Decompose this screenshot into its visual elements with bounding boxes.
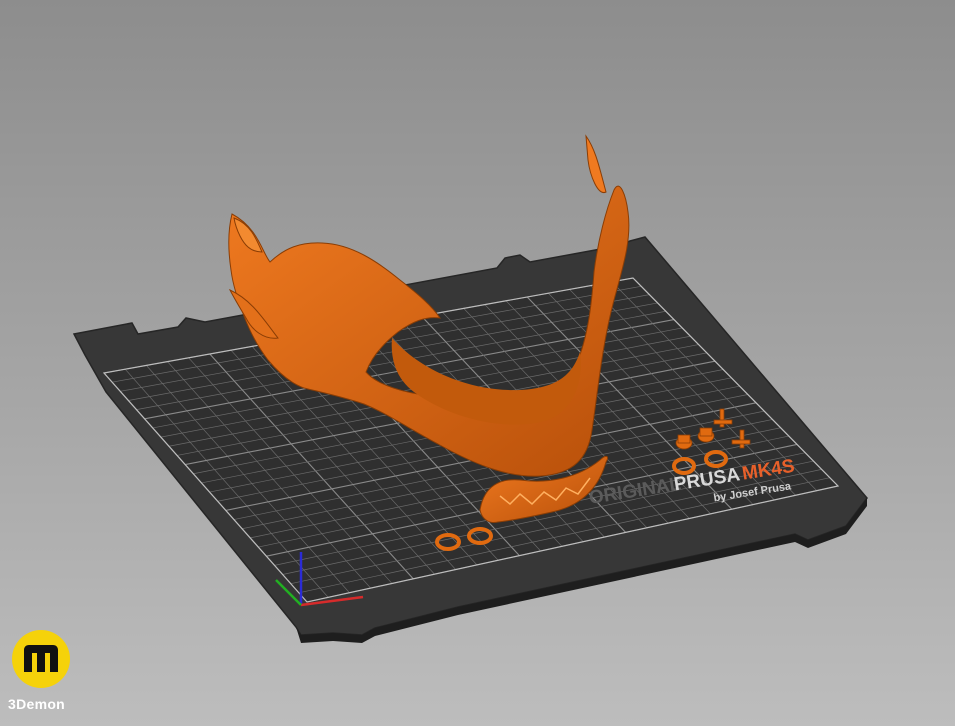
- watermark-brand: 3Demon: [8, 696, 66, 712]
- 3d-viewport[interactable]: ORIGINAL PRUSA MK4S by Josef Prusa: [0, 0, 955, 726]
- 3demon-logo-icon: [12, 630, 70, 688]
- watermark: 3Demon: [8, 630, 72, 722]
